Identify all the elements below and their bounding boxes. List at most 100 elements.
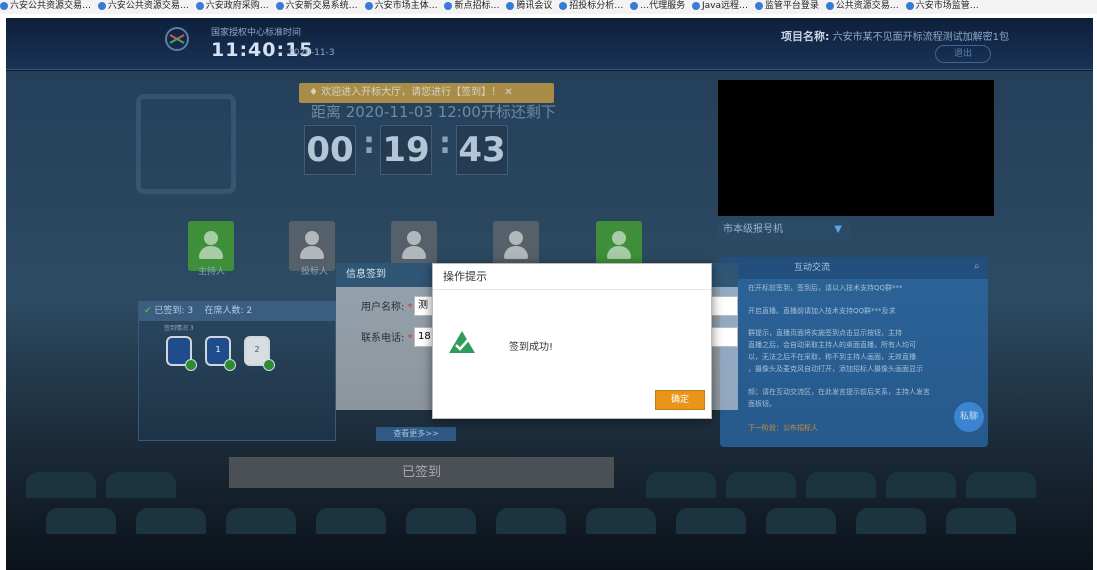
bookmark-icon [905,2,914,10]
caller-select-value: 市本级报号机 [723,224,783,235]
bookmark[interactable]: 新点招标… [444,0,499,12]
signed-count: 已签到: 3 [154,306,194,316]
bookmark[interactable]: 六安公共资源交易… [0,0,91,12]
chevron-down-icon: ▼ [834,224,842,235]
phone-value: 18 [418,331,431,342]
chat-header: 互动交流 [720,257,988,279]
exit-button[interactable]: 退出 [935,45,991,63]
opening-hall: 国家授权中心标准时间 11:40:15 2020-11-3 项目名称: 六安市某… [6,18,1093,570]
chat-line: 开启直播。直播前请加入技术支持QQ群***及求 [748,307,896,315]
check-icon: ✔ [144,306,152,316]
seat[interactable] [166,336,197,371]
bookmark[interactable]: 六安市场主体… [364,0,438,12]
bookmark[interactable]: 腾讯会议 [506,0,552,12]
countdown-hours: 00 [304,125,356,175]
alert-message: 签到成功! [509,342,554,353]
bookmark-icon [275,2,284,10]
seat-number: 2 [254,345,260,354]
auditorium-seat [886,472,956,498]
hourglass-logo-icon [136,94,236,194]
chat-line: ，摄像头及麦克风自动打开，添加招标人摄像头画面显示 [748,365,923,373]
confirm-button[interactable]: 确定 [655,390,705,410]
welcome-notice: ♦ 欢迎进入开标大厅，请您进行【签到】！ ✕ [299,83,554,103]
auditorium-seat [26,472,96,498]
chat-line: 直播之后，会自动采取主持人的桌面直播，所有人均可 [748,341,916,349]
check-icon [185,359,197,371]
bookmarks-bar: 六安公共资源交易… 六安公共资源交易… 六安政府采购… 六安新交易系统… 六安市… [0,0,1097,14]
bookmark[interactable]: Java远程… [692,0,748,12]
seat[interactable]: 2 [244,336,275,371]
phone-label-text: 联系电话: [361,333,405,344]
close-icon[interactable]: ✕ [504,87,512,98]
bookmark-icon [364,2,373,10]
welcome-text: 欢迎进入开标大厅，请您进行【签到】！ [321,87,502,98]
auditorium-seat [646,472,716,498]
countdown-seconds: 43 [456,125,508,175]
bookmark-icon [0,2,8,10]
bookmark[interactable]: 六安市场监管… [905,0,979,12]
bookmark-icon [506,2,515,10]
bookmark-icon [630,2,639,10]
countdown-separator: : [363,126,375,161]
status-panel [138,301,336,441]
chat-line: 在开标前签到，签到后，请以入技术支持QQ群*** [748,284,903,292]
chat-line: 面板钮。 [748,400,776,408]
bookmark[interactable]: 招投标分析… [559,0,623,12]
auditorium-seat [46,508,116,534]
online-count: 在席人数: 2 [204,306,253,316]
auditorium-seat [106,472,176,498]
username-label-text: 用户名称: [361,302,405,313]
bookmark[interactable]: 六安政府采购… [195,0,269,12]
seat[interactable]: 1 [205,336,236,371]
auditorium-seat [856,508,926,534]
bookmark-icon [559,2,568,10]
seat-number: 1 [215,345,221,354]
private-chat-button[interactable]: 私聊 [954,402,984,432]
bookmark-icon [754,2,763,10]
username-label: 用户名称: * [361,302,413,313]
bookmark[interactable]: 监管平台登录 [754,0,819,12]
auditorium-seat [136,508,206,534]
countdown-separator: : [439,126,451,161]
next-stage: 下一阶段：公布招标人 [748,424,818,432]
bookmark[interactable]: …代理服务 [630,0,685,12]
project-title: 项目名称: 六安市某不见面开标流程测试加解密1包 [781,28,1009,44]
project-label: 项目名称: [781,30,830,43]
auditorium-seat [496,508,566,534]
search-icon[interactable]: ⌕ [974,261,980,272]
right-field[interactable] [709,296,738,316]
bookmark-icon [825,2,834,10]
auditorium-seat [946,508,1016,534]
bookmark-icon [444,2,453,10]
auditorium-seat [766,508,836,534]
auditorium-seat [316,508,386,534]
auditorium-seat [226,508,296,534]
bookmark-icon [692,2,701,10]
check-icon [224,359,236,371]
alert-title: 操作提示 [433,264,711,290]
logo-icon [165,27,189,51]
chat-line: 群提示，直播页面将实施签到点击显示按钮，主持 [748,329,902,337]
role-label: 主持人 [198,267,226,277]
auditorium-seat [586,508,656,534]
countdown-minutes: 19 [380,125,432,175]
status-bar: ✔ 已签到: 3 在席人数: 2 [138,301,336,321]
auditorium-seat [726,472,796,498]
view-more-button[interactable]: 查看更多>> [376,427,456,441]
countdown-title: 距离 2020-11-03 12:00开标还剩下 [311,103,556,121]
bookmark[interactable]: 六安新交易系统… [275,0,358,12]
clock-date: 2020-11-3 [288,48,335,58]
live-video[interactable] [718,80,994,216]
caller-select[interactable]: 市本级报号机 ▼ [718,220,850,240]
success-icon [449,331,475,353]
role-label: 投标人 [301,267,329,277]
seat-label: 签到情况 3 [164,325,194,332]
check-icon [263,359,275,371]
signed-button[interactable]: 已签到 [229,457,614,488]
auditorium-seat [966,472,1036,498]
clock-label: 国家授权中心标准时间 [211,28,302,38]
right-field[interactable] [709,327,738,347]
phone-label: 联系电话: * [361,333,413,344]
bookmark[interactable]: 六安公共资源交易… [97,0,189,12]
bookmark[interactable]: 公共资源交易… [825,0,899,12]
